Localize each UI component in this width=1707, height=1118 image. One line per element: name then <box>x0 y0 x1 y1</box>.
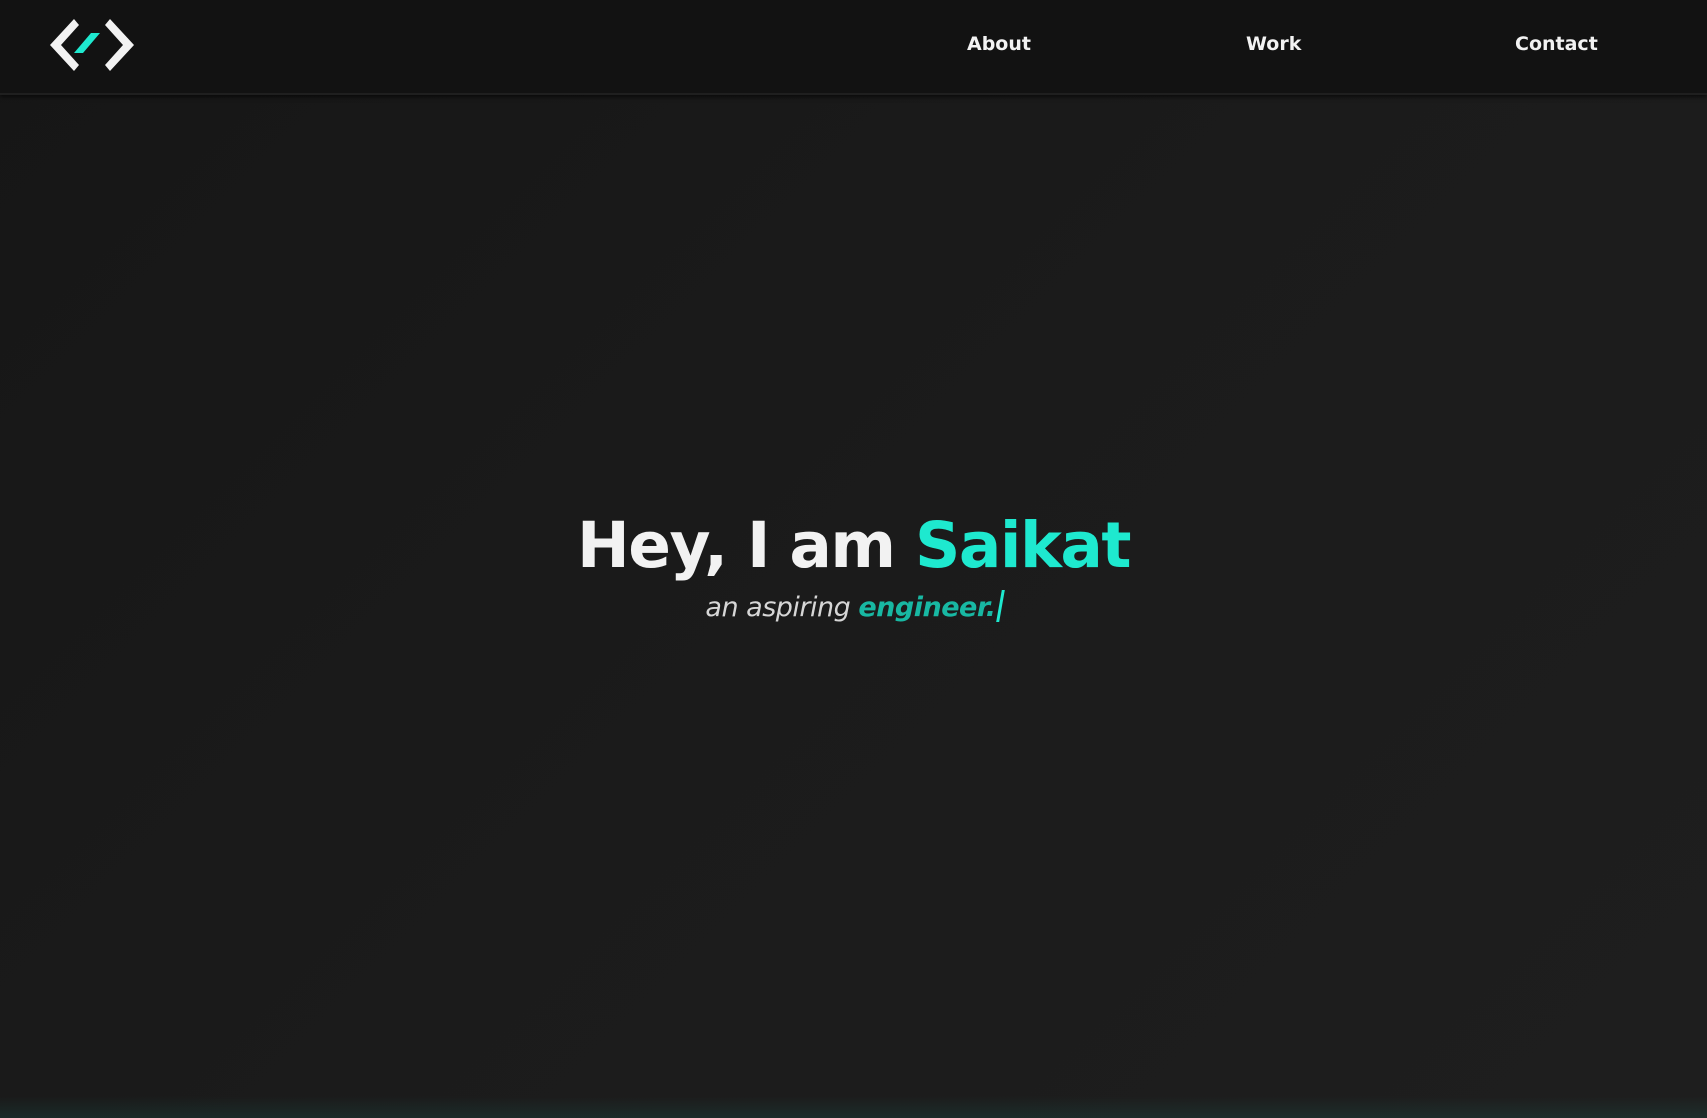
hero-subtitle: an aspiring engineer. <box>0 588 1707 628</box>
hero-greeting: Hey, I am <box>577 509 896 582</box>
hero-subtitle-prefix: an aspiring <box>705 592 851 623</box>
hero-section: Hey, I am Saikat an aspiring engineer. <box>0 504 1707 628</box>
code-brackets-logo-icon[interactable] <box>50 19 134 71</box>
hero-name: Saikat <box>914 509 1132 582</box>
bottom-glow <box>0 1096 1707 1118</box>
hero-role: engineer. <box>858 592 996 623</box>
typing-cursor <box>995 590 1005 622</box>
nav-about-link[interactable]: About <box>967 30 1031 58</box>
nav-contact-link[interactable]: Contact <box>1515 30 1598 58</box>
site-header: About Work Contact <box>0 0 1707 95</box>
hero-title: Hey, I am Saikat <box>0 504 1707 588</box>
nav-work-link[interactable]: Work <box>1246 30 1301 58</box>
page: About Work Contact Hey, I am Saikat an a… <box>0 0 1707 1118</box>
